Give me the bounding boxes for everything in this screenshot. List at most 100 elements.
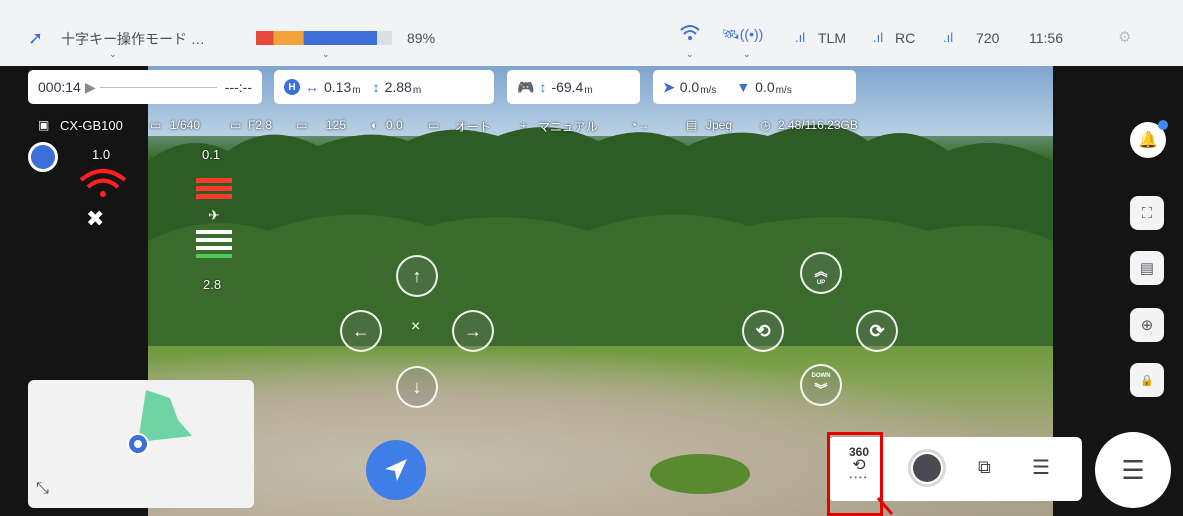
- battery-segment-2: [303, 31, 378, 45]
- controller-altitude-pill: 🎮 ↕ -69.4 m: [507, 70, 640, 104]
- camera-model: CX-GB100: [60, 118, 123, 133]
- resolution-label: 720: [976, 30, 1000, 46]
- home-icon: H: [284, 79, 300, 95]
- chevron-down-icon[interactable]: ⌄: [743, 49, 751, 60]
- battery-bar: [256, 31, 392, 45]
- ae-button[interactable]: 🔒: [1130, 363, 1164, 397]
- chevron-down-icon[interactable]: ⌄: [322, 49, 330, 60]
- flight-time-pill: 000:14 ▶ ---:--: [28, 70, 262, 104]
- chevron-down-icon[interactable]: ⌄: [109, 49, 117, 60]
- rc-signal-icon: .ıl: [873, 30, 884, 45]
- mode-label[interactable]: 十字キー操作モード …: [61, 29, 205, 49]
- horizontal-speed-unit: m/s: [700, 84, 717, 96]
- bell-icon: 🔔: [1138, 132, 1158, 149]
- minimap-graphic: [127, 390, 192, 455]
- vertical-speed: 0.0: [755, 79, 775, 95]
- fullscreen-button[interactable]: ⛶: [1130, 196, 1164, 230]
- right-button[interactable]: →: [452, 310, 494, 352]
- descend-button[interactable]: DOWN ︾: [800, 364, 842, 406]
- horizontal-speed-icon: ➤: [663, 78, 675, 95]
- status-bar: ➚ 十字キー操作モード … ⌄ 89% ⌄ ⌄ 🛰((•)) ⌄ .ıl TLM…: [0, 0, 1183, 66]
- satellite-icon[interactable]: 🛰((•)): [722, 26, 763, 43]
- grass-patch: [650, 454, 750, 494]
- time-progress-line: [99, 86, 217, 88]
- remaining-time: ---:--: [224, 79, 252, 95]
- navigate-button[interactable]: [366, 440, 426, 500]
- rotate-left-button[interactable]: ⟲: [742, 310, 784, 352]
- ev-value: 0.0: [386, 118, 403, 132]
- battery-segment-1: [273, 31, 304, 45]
- shutter-value: 1/640: [170, 118, 201, 132]
- horizontal-speed: 0.0: [679, 79, 700, 95]
- iso-value: 125: [326, 118, 347, 132]
- zoom-icon: ⊕: [1140, 317, 1154, 334]
- chevron-down-icon[interactable]: ⌄: [686, 49, 694, 60]
- obstacle-top-value: 0.1: [202, 147, 221, 162]
- battery-segment-0: [256, 31, 274, 45]
- double-down-icon: ︾: [814, 381, 828, 397]
- double-up-icon: ︽: [814, 263, 828, 279]
- vertical-speed-icon: ▼: [736, 79, 751, 95]
- vertical-arrows-icon: ↕: [372, 79, 380, 95]
- stop-mark[interactable]: ×: [411, 318, 420, 336]
- drone-icon: ✖: [86, 206, 105, 231]
- video-signal-icon: .ıl: [943, 30, 954, 45]
- wb-icon: ▭: [428, 118, 440, 132]
- hamburger-icon: ☰: [1121, 454, 1145, 485]
- battery-bar-graphic: [256, 31, 392, 45]
- signal-value: 1.0: [92, 147, 111, 162]
- main-menu-button[interactable]: ☰: [1095, 432, 1171, 508]
- forward-button[interactable]: ↑: [396, 255, 438, 297]
- format-value: Jpeg: [706, 118, 733, 132]
- backward-button[interactable]: ↓: [396, 366, 438, 408]
- controller-unit: m: [584, 84, 593, 96]
- wifi-icon[interactable]: [679, 24, 701, 48]
- collapse-icon[interactable]: ⤡: [36, 480, 49, 498]
- height-unit: m: [412, 84, 422, 96]
- obstacle-indicator: ✈: [196, 178, 232, 258]
- obstacle-bottom-value: 2.8: [203, 277, 222, 292]
- media-icon: ▤: [1139, 260, 1155, 277]
- horizontal-unit: m: [352, 84, 361, 96]
- horizontal-arrows-icon: ↔: [305, 79, 319, 95]
- left-button[interactable]: ←: [340, 310, 382, 352]
- aperture-value: F2.8: [248, 118, 273, 132]
- ascend-button[interactable]: ︽ UP: [800, 252, 842, 294]
- flight-time: 000:14: [38, 79, 81, 95]
- settings-icon[interactable]: ⚙: [1118, 28, 1131, 46]
- tlm-label: TLM: [818, 30, 846, 46]
- battery-percent: 89%: [407, 30, 436, 46]
- camera-settings-icon[interactable]: ☰: [1032, 455, 1050, 480]
- play-icon: ▶: [84, 78, 96, 95]
- ae-lock-icon: 🔒: [1140, 374, 1154, 387]
- horizontal-distance: 0.13: [324, 79, 352, 95]
- aperture-icon: ▭: [230, 118, 242, 132]
- tlm-signal-icon: .ıl: [795, 30, 806, 45]
- signal-strength-icon: [79, 169, 127, 197]
- shutter-button[interactable]: [908, 449, 946, 487]
- format-icon: ▤: [686, 118, 698, 132]
- focus-value: マニュアル: [538, 120, 598, 134]
- compass-icon[interactable]: [28, 142, 58, 172]
- clock: 11:56: [1029, 30, 1063, 46]
- rotate-right-button[interactable]: ⟳: [856, 310, 898, 352]
- storage-icon: ◷: [760, 118, 771, 132]
- wb-value: オート: [455, 120, 492, 134]
- notification-dot: [1158, 120, 1168, 130]
- rc-label: RC: [895, 30, 916, 46]
- controller-icon: 🎮: [517, 78, 535, 95]
- highlight-box: [827, 432, 883, 516]
- camera-switch-icon[interactable]: ⧉: [978, 457, 991, 478]
- zoom-button[interactable]: ⊕: [1130, 308, 1164, 342]
- highlight-arrow: [876, 497, 894, 515]
- vertical-speed-unit: m/s: [775, 84, 792, 96]
- minimap[interactable]: ⤡: [28, 380, 254, 508]
- focus-icon: ⌖: [520, 118, 527, 132]
- media-button[interactable]: ▤: [1130, 251, 1164, 285]
- distance-pill: H ↔ 0.13 m ↕ 2.88 m: [274, 70, 494, 104]
- location-arrow-icon[interactable]: ➚: [28, 28, 43, 49]
- lock-icon: ◔→: [630, 118, 650, 132]
- ev-icon: ◐: [371, 118, 379, 132]
- iso-icon: ▭: [296, 118, 308, 132]
- navigation-arrow-icon: [385, 459, 407, 481]
